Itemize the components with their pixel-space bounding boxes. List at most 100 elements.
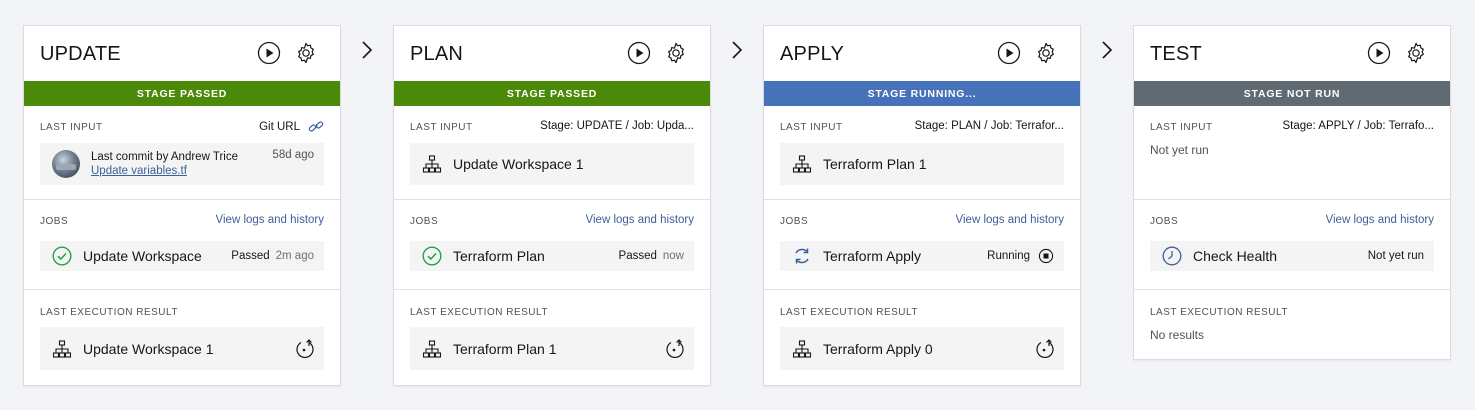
result-item[interactable]: Terraform Plan 1 — [410, 327, 694, 370]
last-input-section: LAST INPUT Stage: PLAN / Job: Terrafor..… — [764, 106, 1080, 200]
input-item[interactable]: Terraform Plan 1 — [780, 143, 1064, 185]
stage-card-update: UPDATE STAGE PASSED LAST INPUT Git URL L… — [23, 25, 341, 386]
last-input-section: LAST INPUT Stage: APPLY / Job: Terrafo..… — [1134, 106, 1450, 200]
stage-settings-button[interactable] — [664, 41, 688, 65]
status-banner: STAGE PASSED — [394, 81, 710, 106]
input-empty-text: Not yet run — [1150, 143, 1209, 157]
last-input-label: LAST INPUT — [410, 122, 473, 133]
jobs-label: JOBS — [1150, 216, 1179, 227]
input-source: Stage: PLAN / Job: Terrafor... — [914, 120, 1064, 132]
view-logs-link[interactable]: View logs and history — [1326, 214, 1434, 226]
last-input-section: LAST INPUT Git URL Last commit by Andrew… — [24, 106, 340, 200]
deploy-icon[interactable] — [1034, 338, 1056, 360]
result-name: Terraform Plan 1 — [453, 340, 557, 357]
jobs-label: JOBS — [410, 216, 439, 227]
run-stage-button[interactable] — [257, 41, 281, 65]
job-name: Update Workspace — [83, 248, 202, 264]
chevron-right-icon — [359, 40, 375, 60]
result-item[interactable]: Terraform Apply 0 — [780, 327, 1064, 370]
stage-title: UPDATE — [40, 43, 121, 65]
input-item-name: Terraform Plan 1 — [823, 156, 927, 172]
link-icon[interactable] — [308, 120, 324, 134]
gear-icon — [668, 42, 684, 64]
job-item[interactable]: Update Workspace Passed 2m ago — [40, 241, 324, 271]
git-url[interactable]: Git URL — [259, 120, 324, 134]
run-stage-button[interactable] — [997, 41, 1021, 65]
last-input-label: LAST INPUT — [1150, 122, 1213, 133]
result-item[interactable]: Update Workspace 1 — [40, 327, 324, 370]
job-name: Terraform Apply — [823, 248, 922, 264]
gear-icon — [1038, 42, 1054, 64]
last-result-label: LAST EXECUTION RESULT — [410, 307, 548, 318]
commit-age: 58d ago — [272, 149, 314, 161]
job-status: Passed — [618, 250, 657, 262]
stage-title: TEST — [1150, 43, 1202, 65]
last-result-section: LAST EXECUTION RESULT No results — [1134, 290, 1450, 360]
deploy-icon[interactable] — [294, 338, 316, 360]
clock-icon — [1162, 246, 1182, 266]
play-icon — [257, 41, 281, 65]
stage-card-test: TEST STAGE NOT RUN LAST INPUT Stage: APP… — [1133, 25, 1451, 360]
run-stage-button[interactable] — [627, 41, 651, 65]
last-result-section: LAST EXECUTION RESULT Update Workspace 1 — [24, 290, 340, 386]
last-input-label: LAST INPUT — [780, 122, 843, 133]
gear-icon — [1408, 42, 1424, 64]
input-item[interactable]: Update Workspace 1 — [410, 143, 694, 185]
stage-header: UPDATE — [24, 26, 340, 81]
job-name: Check Health — [1193, 248, 1278, 264]
check-circle-icon — [422, 246, 442, 266]
hierarchy-icon — [422, 154, 442, 174]
chevron-right-icon — [729, 40, 745, 60]
stage-card-plan: PLAN STAGE PASSED LAST INPUT Stage: UPDA… — [393, 25, 711, 386]
commit-link[interactable]: Update variables.tf — [91, 165, 238, 177]
last-result-label: LAST EXECUTION RESULT — [40, 307, 178, 318]
result-empty-text: No results — [1150, 328, 1205, 342]
last-input-section: LAST INPUT Stage: UPDATE / Job: Upda... … — [394, 106, 710, 200]
input-source: Stage: APPLY / Job: Terrafo... — [1282, 120, 1434, 132]
jobs-section: JOBS View logs and history Update Worksp… — [24, 200, 340, 290]
deploy-icon[interactable] — [664, 338, 686, 360]
jobs-section: JOBS View logs and history Check Health … — [1134, 200, 1450, 290]
last-result-label: LAST EXECUTION RESULT — [780, 307, 918, 318]
stage-title: APPLY — [780, 43, 844, 65]
job-status: Running — [987, 250, 1030, 262]
stage-header: APPLY — [764, 26, 1080, 81]
job-time: 2m ago — [275, 250, 314, 262]
stage-settings-button[interactable] — [1034, 41, 1058, 65]
job-item[interactable]: Check Health Not yet run — [1150, 241, 1434, 271]
avatar — [52, 150, 80, 178]
last-result-section: LAST EXECUTION RESULT Terraform Plan 1 — [394, 290, 710, 386]
jobs-label: JOBS — [780, 216, 809, 227]
stage-header: TEST — [1134, 26, 1450, 81]
stop-icon[interactable] — [1038, 248, 1054, 264]
gear-icon — [298, 42, 314, 64]
view-logs-link[interactable]: View logs and history — [956, 214, 1064, 226]
input-item-name: Update Workspace 1 — [453, 156, 584, 172]
stage-settings-button[interactable] — [294, 41, 318, 65]
jobs-label: JOBS — [40, 216, 69, 227]
stage-settings-button[interactable] — [1404, 41, 1428, 65]
view-logs-link[interactable]: View logs and history — [216, 214, 324, 226]
stage-title: PLAN — [410, 43, 464, 65]
job-status: Passed — [231, 250, 270, 262]
jobs-section: JOBS View logs and history Terraform Pla… — [394, 200, 710, 290]
stage-header: PLAN — [394, 26, 710, 81]
running-icon — [792, 246, 812, 266]
result-name: Terraform Apply 0 — [823, 340, 933, 357]
pipeline: UPDATE STAGE PASSED LAST INPUT Git URL L… — [0, 0, 1475, 410]
job-item[interactable]: Terraform Plan Passed now — [410, 241, 694, 271]
status-banner: STAGE PASSED — [24, 81, 340, 106]
chevron-right-icon — [1099, 40, 1115, 60]
last-commit-tile: Last commit by Andrew Trice Update varia… — [40, 143, 324, 185]
job-name: Terraform Plan — [453, 248, 545, 264]
play-icon — [1367, 41, 1391, 65]
run-stage-button[interactable] — [1367, 41, 1391, 65]
git-url-label: Git URL — [259, 121, 300, 133]
jobs-section: JOBS View logs and history Terraform App… — [764, 200, 1080, 290]
view-logs-link[interactable]: View logs and history — [586, 214, 694, 226]
job-item[interactable]: Terraform Apply Running — [780, 241, 1064, 271]
stage-card-apply: APPLY STAGE RUNNING... LAST INPUT Stage:… — [763, 25, 1081, 386]
hierarchy-icon — [792, 339, 812, 359]
job-status: Not yet run — [1367, 250, 1424, 262]
job-time: now — [662, 250, 684, 262]
